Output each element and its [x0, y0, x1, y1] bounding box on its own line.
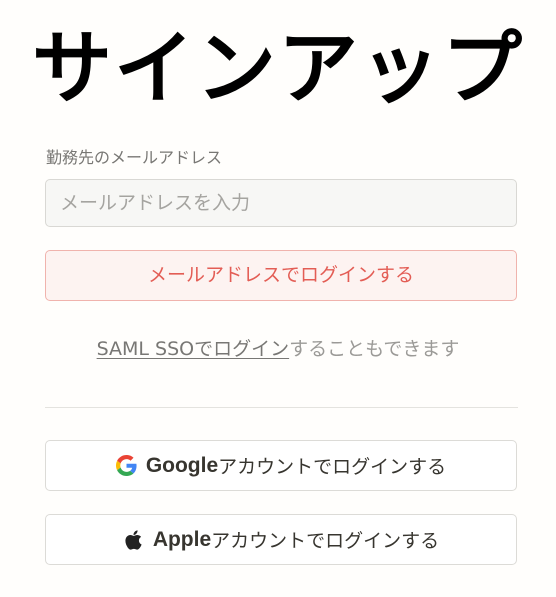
signup-page: サインアップ 勤務先のメールアドレス メールアドレスでログインする SAML S…	[0, 0, 556, 597]
email-login-button[interactable]: メールアドレスでログインする	[45, 250, 517, 301]
google-button-label: アカウントでログインする	[218, 456, 447, 478]
page-title: サインアップ	[32, 22, 524, 115]
google-login-button[interactable]: Google アカウントでログインする	[45, 440, 517, 491]
google-icon	[116, 455, 138, 477]
sso-suffix-text: することもできます	[289, 338, 460, 360]
sso-line: SAML SSOでログインすることもできます	[0, 336, 556, 362]
email-field[interactable]	[45, 179, 517, 227]
divider	[45, 407, 518, 408]
saml-sso-link[interactable]: SAML SSOでログイン	[97, 338, 290, 360]
email-field-label: 勤務先のメールアドレス	[46, 148, 223, 167]
apple-icon	[123, 529, 145, 551]
google-brand-text: Google	[145, 453, 219, 477]
apple-button-label: アカウントでログインする	[211, 530, 440, 552]
apple-login-button[interactable]: Apple アカウントでログインする	[45, 514, 517, 565]
apple-brand-text: Apple	[152, 527, 212, 551]
